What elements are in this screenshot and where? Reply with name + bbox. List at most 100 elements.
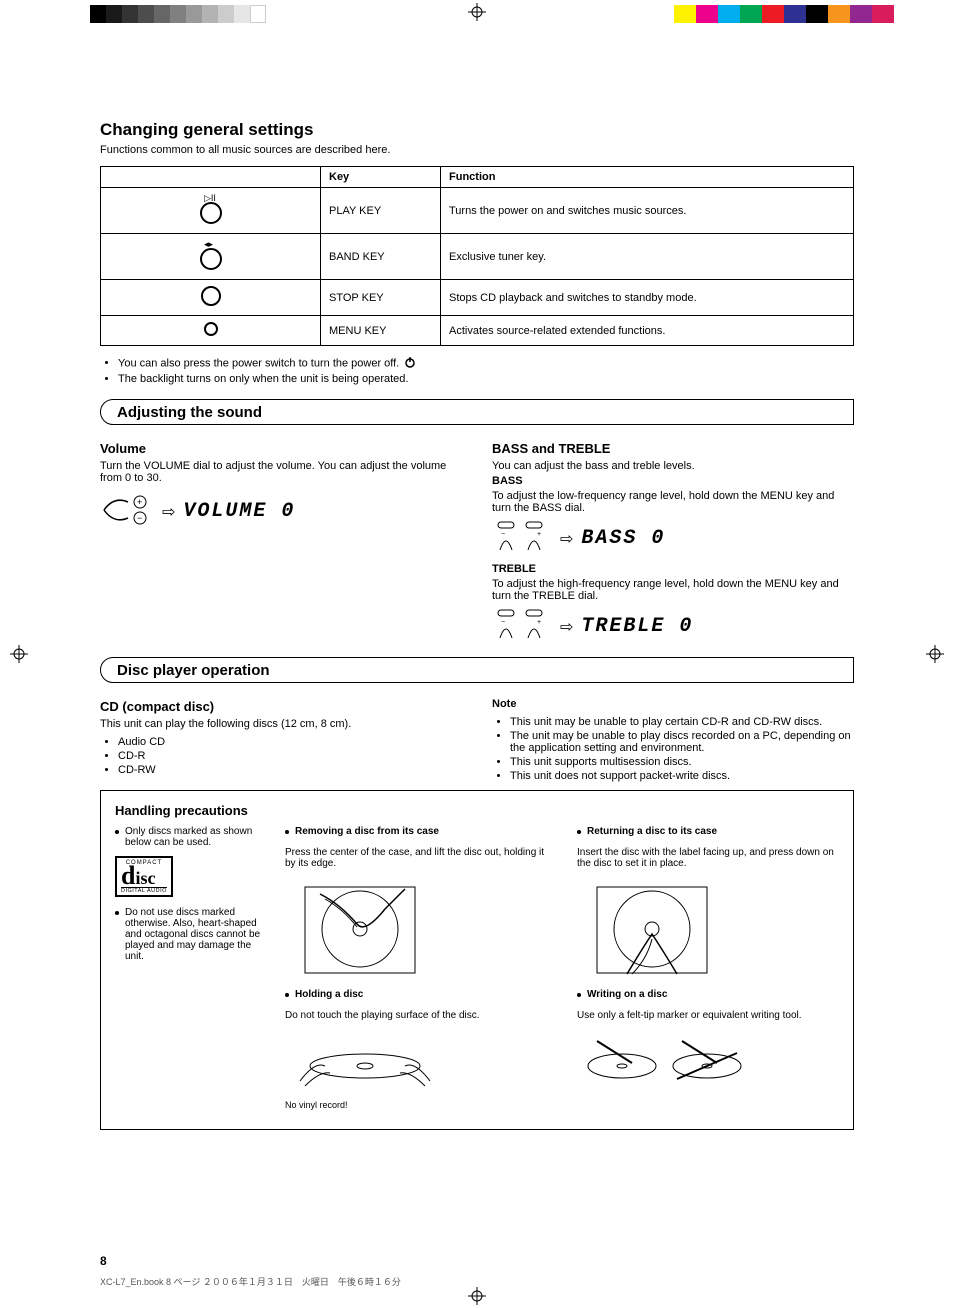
r1-text: Press the center of the case, and lift t…	[285, 847, 547, 869]
menu-icon	[200, 320, 222, 341]
r4-heading: Writing on a disc	[587, 989, 667, 1000]
list-item: This unit does not support packet-write …	[510, 770, 854, 782]
power-icon	[404, 356, 416, 371]
note-item: The backlight turns on only when the uni…	[118, 373, 854, 385]
table-row: ▷II PLAY KEY Turns the power on and swit…	[101, 188, 854, 234]
cd-info-column: CD (compact disc) This unit can play the…	[100, 695, 462, 790]
th-function: Function	[441, 167, 854, 188]
registration-mark-icon	[468, 3, 486, 21]
remove-disc-col: Removing a disc from its case Press the …	[285, 824, 547, 981]
footer-metadata: XC-L7_En.book 8 ページ ２００６年１月３１日 火曜日 午後６時１…	[100, 1275, 854, 1288]
registration-mark-icon	[10, 645, 28, 663]
r3-heading: Holding a disc	[295, 989, 363, 1000]
registration-mark-icon	[468, 1287, 486, 1305]
band-icon: ◂▸	[192, 238, 230, 275]
bass-heading: BASS	[492, 475, 523, 487]
th-blank	[101, 167, 321, 188]
section-heading-disc: Disc player operation	[100, 657, 854, 683]
cd-heading: CD (compact disc)	[100, 699, 462, 714]
r1-heading: Removing a disc from its case	[295, 826, 439, 837]
volume-heading: Volume	[100, 441, 462, 456]
r3-text: Do not touch the playing surface of the …	[285, 1010, 547, 1021]
handling-heading: Handling precautions	[115, 803, 839, 818]
registration-mark-icon	[926, 645, 944, 663]
volume-lcd: VOLUME 0	[183, 500, 295, 523]
treble-text: To adjust the high-frequency range level…	[492, 578, 854, 602]
key-name: PLAY KEY	[321, 188, 441, 234]
table-row: STOP KEY Stops CD playback and switches …	[101, 280, 854, 316]
play-pause-icon: ▷II	[192, 192, 230, 229]
key-name: STOP KEY	[321, 280, 441, 316]
treble-heading: TREBLE	[492, 563, 536, 575]
volume-dial-icon: + −	[100, 490, 154, 533]
list-item: CD-R	[118, 750, 462, 762]
note-heading: Note	[492, 698, 516, 710]
hold-disc-col: Holding a disc Do not touch the playing …	[285, 987, 547, 1119]
arrow-right-icon: ⇨	[560, 529, 573, 549]
list-item: Audio CD	[118, 736, 462, 748]
arrow-right-icon: ⇨	[560, 617, 573, 637]
return-disc-col: Returning a disc to its case Insert the …	[577, 824, 839, 981]
cd-note-column: Note This unit may be unable to play cer…	[492, 695, 854, 790]
compact-disc-logo: COMPACT disc DIGITAL AUDIO	[115, 856, 173, 897]
section-heading-sound: Adjusting the sound	[100, 399, 854, 425]
cd-text: This unit can play the following discs (…	[100, 718, 462, 730]
grayscale-swatches	[90, 5, 266, 23]
key-name: BAND KEY	[321, 234, 441, 280]
page-number: 8	[100, 1254, 107, 1268]
basstreble-heading: BASS and TREBLE	[492, 441, 854, 456]
arrow-right-icon: ⇨	[162, 502, 175, 522]
color-swatches	[674, 5, 894, 23]
list-item: The unit may be unable to play discs rec…	[510, 730, 854, 754]
treble-lcd: TREBLE 0	[581, 615, 693, 638]
r2-heading: Returning a disc to its case	[587, 826, 717, 837]
function-table: Key Function ▷II PLAY KEY Turns the powe…	[100, 166, 854, 346]
page-title: Changing general settings	[100, 120, 854, 140]
no-vinyl-text: No vinyl record!	[285, 1100, 547, 1110]
list-item: This unit supports multisession discs.	[510, 756, 854, 768]
write-disc-col: Writing on a disc Use only a felt-tip ma…	[577, 987, 839, 1119]
hold-disc-illustration	[285, 1031, 445, 1091]
bass-dial-icon: − +	[492, 520, 552, 557]
treble-dial-icon: − +	[492, 608, 552, 645]
th-key: Key	[321, 167, 441, 188]
table-row: ◂▸ BAND KEY Exclusive tuner key.	[101, 234, 854, 280]
note-item: You can also press the power switch to t…	[118, 356, 854, 371]
left-text-2: Do not use discs marked otherwise. Also,…	[125, 907, 265, 962]
volume-text: Turn the VOLUME dial to adjust the volum…	[100, 460, 462, 484]
bass-treble-column: BASS and TREBLE You can adjust the bass …	[492, 437, 854, 651]
key-name: MENU KEY	[321, 316, 441, 346]
general-notes: You can also press the power switch to t…	[118, 356, 854, 385]
key-func: Stops CD playback and switches to standb…	[441, 280, 854, 316]
svg-text:▷II: ▷II	[204, 193, 216, 203]
svg-text:−: −	[501, 531, 505, 538]
r2-text: Insert the disc with the label facing up…	[577, 847, 839, 869]
svg-text:−: −	[501, 619, 505, 626]
list-item: CD-RW	[118, 764, 462, 776]
table-row: MENU KEY Activates source-related extend…	[101, 316, 854, 346]
bass-text: To adjust the low-frequency range level,…	[492, 490, 854, 514]
basstreble-intro: You can adjust the bass and treble level…	[492, 460, 854, 472]
intro-text: Functions common to all music sources ar…	[100, 144, 854, 156]
remove-disc-illustration	[285, 879, 435, 979]
svg-text:+: +	[537, 619, 541, 626]
write-disc-illustration	[577, 1031, 747, 1091]
r4-text: Use only a felt-tip marker or equivalent…	[577, 1010, 839, 1021]
bass-lcd: BASS 0	[581, 527, 665, 550]
left-text-1: Only discs marked as shown below can be …	[125, 826, 265, 848]
volume-column: Volume Turn the VOLUME dial to adjust th…	[100, 437, 462, 651]
return-disc-illustration	[577, 879, 727, 979]
stop-icon	[197, 284, 225, 311]
handling-precautions-box: Handling precautions Only discs marked a…	[100, 790, 854, 1130]
page-content: Changing general settings Functions comm…	[100, 120, 854, 1130]
list-item: This unit may be unable to play certain …	[510, 716, 854, 728]
svg-text:+: +	[537, 531, 541, 538]
svg-text:−: −	[137, 513, 142, 523]
svg-text:+: +	[137, 497, 142, 507]
key-func: Exclusive tuner key.	[441, 234, 854, 280]
footer-file-text: XC-L7_En.book 8 ページ ２００６年１月３１日 火曜日 午後６時１…	[100, 1275, 401, 1288]
handling-left: Only discs marked as shown below can be …	[115, 824, 265, 1119]
note-text: You can also press the power switch to t…	[118, 357, 399, 369]
key-func: Activates source-related extended functi…	[441, 316, 854, 346]
svg-text:◂▸: ◂▸	[204, 239, 214, 249]
